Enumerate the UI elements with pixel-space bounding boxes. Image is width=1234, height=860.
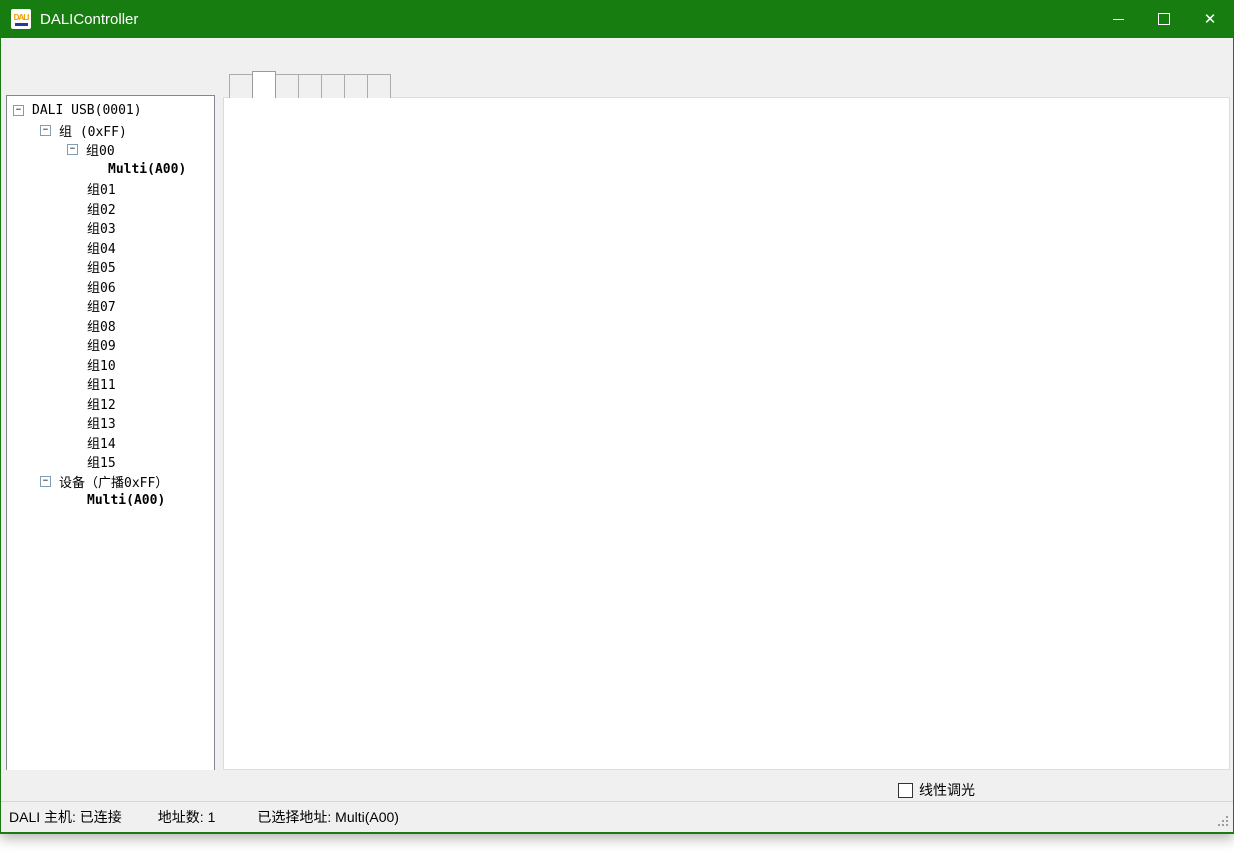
footer-strip: 线性调光 — [1, 770, 1233, 801]
linear-dimming-checkbox-wrap[interactable]: 线性调光 — [898, 780, 975, 800]
tree-node[interactable]: 组15 — [7, 452, 214, 472]
tree-node[interactable]: 组12 — [7, 394, 214, 414]
minimize-button[interactable] — [1095, 0, 1141, 38]
tab[interactable] — [275, 74, 299, 98]
tree-node[interactable]: 组09 — [7, 335, 214, 355]
close-button[interactable]: ✕ — [1187, 0, 1233, 38]
checkbox-label: 线性调光 — [919, 780, 975, 800]
tree-node[interactable]: 组03 — [7, 218, 214, 238]
expand-collapse-icon[interactable] — [40, 125, 51, 136]
tree-node-label: 组10 — [87, 355, 116, 374]
resize-grip-icon[interactable] — [1226, 824, 1228, 826]
tab[interactable] — [229, 74, 253, 98]
expand-collapse-icon[interactable] — [40, 476, 51, 487]
tree-node[interactable]: 设备（广播0xFF） — [7, 472, 214, 492]
tree-node-label: Multi(A00) — [87, 493, 165, 508]
tab-strip — [229, 71, 391, 98]
tree-node[interactable]: 组08 — [7, 316, 214, 336]
maximize-button[interactable] — [1141, 0, 1187, 38]
window-title: DALIController — [40, 11, 138, 28]
statusbar-host: DALI 主机: 已连接 — [9, 807, 122, 827]
tree-node-label: 组03 — [87, 218, 116, 237]
tab[interactable] — [298, 74, 322, 98]
tree-node[interactable]: 组02 — [7, 199, 214, 219]
app-icon-text: DALI — [14, 13, 29, 22]
tree-node-label: 组01 — [87, 179, 116, 198]
tree-node-label: 组00 — [86, 140, 115, 159]
tree-node-label: 组13 — [87, 413, 116, 432]
tree-node[interactable]: 组 (0xFF) — [7, 121, 214, 141]
app-window: DALI DALIController ✕ DALI USB(0001) 组 (… — [0, 0, 1234, 834]
tree-node[interactable]: 组07 — [7, 296, 214, 316]
statusbar-selected-address: 已选择地址: Multi(A00) — [257, 807, 399, 827]
parameter-settings-page — [223, 97, 1230, 770]
tree-node-label: 组15 — [87, 452, 116, 471]
tree-node-label: 组09 — [87, 335, 116, 354]
tree-node-label: 设备（广播0xFF） — [59, 472, 168, 491]
tree-node-label: 组14 — [87, 433, 116, 452]
expand-collapse-icon[interactable] — [67, 144, 78, 155]
tree-node-label: 组04 — [87, 238, 116, 257]
menu-bar — [1, 38, 1233, 71]
tree-node[interactable]: Multi(A00) — [7, 491, 214, 511]
tree-node-label: DALI USB(0001) — [32, 103, 142, 118]
tree-node-label: 组06 — [87, 277, 116, 296]
tree-node-label: 组02 — [87, 199, 116, 218]
menu-item[interactable] — [81, 38, 109, 71]
tab[interactable] — [321, 74, 345, 98]
tree-node[interactable]: DALI USB(0001) — [7, 101, 214, 121]
expand-collapse-icon[interactable] — [13, 105, 24, 116]
tree-node[interactable]: 组13 — [7, 413, 214, 433]
tree-node[interactable]: Multi(A00) — [7, 160, 214, 180]
tab[interactable] — [252, 71, 276, 98]
tree-node[interactable]: 组00 — [7, 140, 214, 160]
tree-node-label: Multi(A00) — [108, 162, 186, 177]
statusbar-address-count: 地址数: 1 — [158, 807, 216, 827]
tree-node[interactable]: 组05 — [7, 257, 214, 277]
tree-node[interactable]: 组11 — [7, 374, 214, 394]
tab[interactable] — [367, 74, 391, 98]
tree-node-label: 组 (0xFF) — [59, 121, 127, 140]
tree-node[interactable]: 组06 — [7, 277, 214, 297]
tree-node-label: 组07 — [87, 296, 116, 315]
tree-node-label: 组12 — [87, 394, 116, 413]
tree-node[interactable]: 组01 — [7, 179, 214, 199]
app-icon-bar — [15, 23, 28, 26]
status-bar: DALI 主机: 已连接 地址数: 1 已选择地址: Multi(A00) — [1, 801, 1233, 832]
tree-node[interactable]: 组14 — [7, 433, 214, 453]
app-icon: DALI — [11, 9, 31, 29]
device-tree: DALI USB(0001) 组 (0xFF) 组00 Multi(A00) 组… — [6, 95, 215, 787]
tree-node[interactable]: 组04 — [7, 238, 214, 258]
tree-node[interactable]: 组10 — [7, 355, 214, 375]
tree-node-label: 组11 — [87, 374, 116, 393]
title-bar: DALI DALIController ✕ — [1, 0, 1233, 38]
menu-item[interactable] — [41, 38, 69, 71]
tab[interactable] — [344, 74, 368, 98]
tree-node-label: 组05 — [87, 257, 116, 276]
window-controls: ✕ — [1095, 0, 1233, 38]
tree-node-label: 组08 — [87, 316, 116, 335]
checkbox-icon[interactable] — [898, 783, 913, 798]
menu-item[interactable] — [1, 38, 29, 71]
